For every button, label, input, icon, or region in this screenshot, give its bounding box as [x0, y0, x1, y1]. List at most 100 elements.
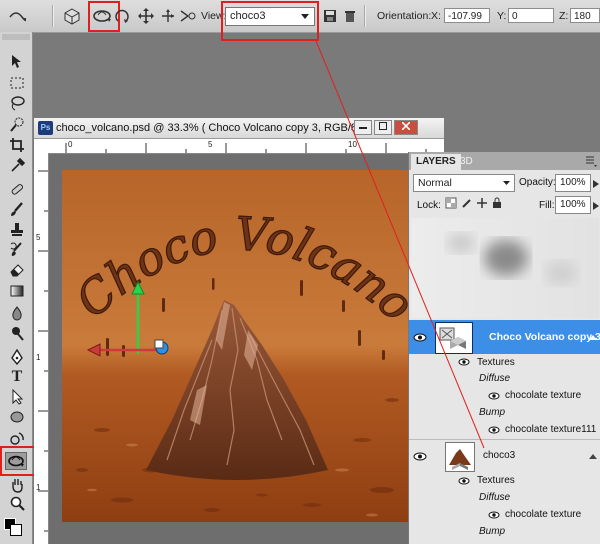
clone-stamp-tool-icon[interactable]: [6, 220, 28, 238]
document-canvas[interactable]: Choco Volcano: [62, 170, 425, 522]
brush-tool-icon[interactable]: [6, 200, 28, 218]
close-icon[interactable]: [394, 120, 418, 135]
eye-visibility-icon[interactable]: [487, 391, 501, 401]
marquee-tool-icon[interactable]: [6, 74, 28, 92]
lock-position-icon[interactable]: [476, 197, 488, 212]
expand-layer-icon[interactable]: [589, 452, 597, 464]
ruler-v-label: 1: [36, 353, 41, 362]
path-selection-tool-icon[interactable]: [6, 388, 28, 406]
photoshop-app-icon: Ps: [38, 121, 53, 135]
document-title-bar[interactable]: Ps choco_volcano.psd @ 33.3% ( Choco Vol…: [34, 118, 444, 139]
diffuse-texture-name: chocolate texture: [505, 390, 582, 401]
expand-layer-icon[interactable]: [589, 333, 597, 345]
y-label: Y:: [497, 10, 507, 22]
eye-visibility-icon[interactable]: [457, 357, 471, 367]
orientation-y-field[interactable]: 0: [508, 8, 554, 23]
move-tool-icon[interactable]: [6, 52, 28, 70]
layer-list-blurred-area: [411, 218, 599, 318]
diffuse-label: Diffuse: [479, 492, 511, 503]
document-window: Ps choco_volcano.psd @ 33.3% ( Choco Vol…: [34, 118, 444, 544]
history-brush-tool-icon[interactable]: [6, 240, 28, 258]
textures-label: Textures: [477, 357, 515, 368]
dodge-tool-icon[interactable]: [6, 324, 28, 342]
panel-menu-icon[interactable]: [585, 155, 597, 170]
tab-layers[interactable]: LAYERS: [411, 154, 461, 170]
layer-row-choco-volcano-copy-3[interactable]: Choco Volcano copy 3: [409, 320, 600, 354]
layer-row-choco3[interactable]: choco3: [409, 440, 600, 472]
textures-group-row[interactable]: Textures: [409, 354, 600, 370]
maximize-icon[interactable]: [374, 120, 392, 135]
lock-transparent-pixels-icon[interactable]: [445, 197, 457, 212]
lock-image-pixels-icon[interactable]: [461, 197, 473, 212]
gradient-tool-icon[interactable]: [6, 282, 28, 300]
quick-selection-tool-icon[interactable]: [6, 116, 28, 134]
3d-tool-preset-icon[interactable]: [6, 6, 26, 26]
minimize-icon[interactable]: [354, 120, 372, 135]
lock-label: Lock:: [417, 200, 441, 211]
eye-visibility-icon[interactable]: [487, 425, 501, 435]
diffuse-texture-name: chocolate texture: [505, 509, 582, 520]
lasso-tool-icon[interactable]: [6, 94, 28, 112]
toolbox-grip[interactable]: [2, 34, 30, 40]
ruler-h-label: 5: [208, 140, 213, 149]
ruler-h-label: 10: [348, 140, 357, 149]
diffuse-texture-row[interactable]: chocolate texture: [409, 388, 600, 404]
ruler-v-label: 1: [36, 483, 41, 492]
pen-tool-icon[interactable]: [6, 348, 28, 366]
background-color-swatch[interactable]: [10, 524, 22, 536]
chevron-right-icon[interactable]: [593, 201, 599, 213]
eye-visibility-icon[interactable]: [413, 332, 427, 342]
blend-mode-value: Normal: [418, 177, 452, 189]
zoom-tool-icon[interactable]: [6, 494, 28, 512]
type-tool-icon[interactable]: T: [6, 368, 28, 386]
opacity-label: Opacity:: [519, 177, 556, 188]
vertical-ruler[interactable]: 5 1 1: [34, 153, 49, 544]
lock-all-icon[interactable]: [491, 197, 503, 212]
ruler-corner: [34, 139, 49, 154]
layers-panel: LAYERS 3D Normal Opacity: 100% Lock: Fil…: [408, 152, 600, 544]
textures-group-row[interactable]: Textures: [409, 473, 600, 489]
bump-row: Bump: [409, 405, 600, 421]
eye-visibility-icon[interactable]: [487, 510, 501, 520]
scale-3d-object-icon[interactable]: [178, 6, 198, 26]
roll-3d-object-icon[interactable]: [114, 6, 134, 26]
textures-label: Textures: [477, 475, 515, 486]
chevron-down-icon: [503, 181, 510, 185]
layer-name: Choco Volcano copy 3: [489, 331, 600, 343]
slide-3d-object-icon[interactable]: [158, 6, 178, 26]
view-dropdown-highlight: [221, 1, 319, 41]
bump-label: Bump: [479, 526, 506, 537]
eyedropper-tool-icon[interactable]: [6, 156, 28, 174]
diffuse-texture-row[interactable]: chocolate texture: [409, 507, 600, 523]
x-label: X:: [431, 10, 441, 22]
orientation-label: Orientation:: [377, 10, 432, 22]
orientation-z-field[interactable]: 180: [570, 8, 600, 23]
save-view-icon[interactable]: [320, 6, 340, 26]
eraser-tool-icon[interactable]: [6, 260, 28, 278]
delete-view-icon[interactable]: [340, 6, 360, 26]
eye-visibility-icon[interactable]: [413, 451, 427, 461]
fill-field[interactable]: 100%: [555, 196, 591, 214]
blend-mode-dropdown[interactable]: Normal: [413, 174, 515, 192]
z-label: Z:: [559, 10, 569, 22]
healing-brush-tool-icon[interactable]: [6, 180, 28, 198]
hand-tool-icon[interactable]: [6, 476, 28, 494]
ruler-v-label: 5: [36, 233, 41, 242]
crop-tool-icon[interactable]: [6, 136, 28, 154]
drag-3d-object-icon[interactable]: [136, 6, 156, 26]
bump-texture-name: chocolate texture111: [505, 424, 597, 435]
orbit-tool-highlight: [0, 446, 38, 476]
options-bar: View: choco3 Orientation: X: -107.99 Y: …: [0, 0, 600, 41]
return-to-initial-position-icon[interactable]: [62, 6, 82, 26]
blur-tool-icon[interactable]: [6, 304, 28, 322]
shape-tool-icon[interactable]: [6, 408, 28, 426]
layer-thumbnail: [435, 322, 473, 354]
chevron-right-icon[interactable]: [593, 179, 599, 191]
orientation-x-field[interactable]: -107.99: [444, 8, 490, 23]
opacity-field[interactable]: 100%: [555, 174, 591, 192]
bump-texture-row[interactable]: chocolate texture111: [409, 422, 600, 438]
eye-visibility-icon[interactable]: [457, 476, 471, 486]
diffuse-row: Diffuse: [409, 490, 600, 506]
horizontal-ruler[interactable]: 0 5 10: [48, 139, 444, 154]
tab-3d[interactable]: 3D: [455, 154, 478, 170]
